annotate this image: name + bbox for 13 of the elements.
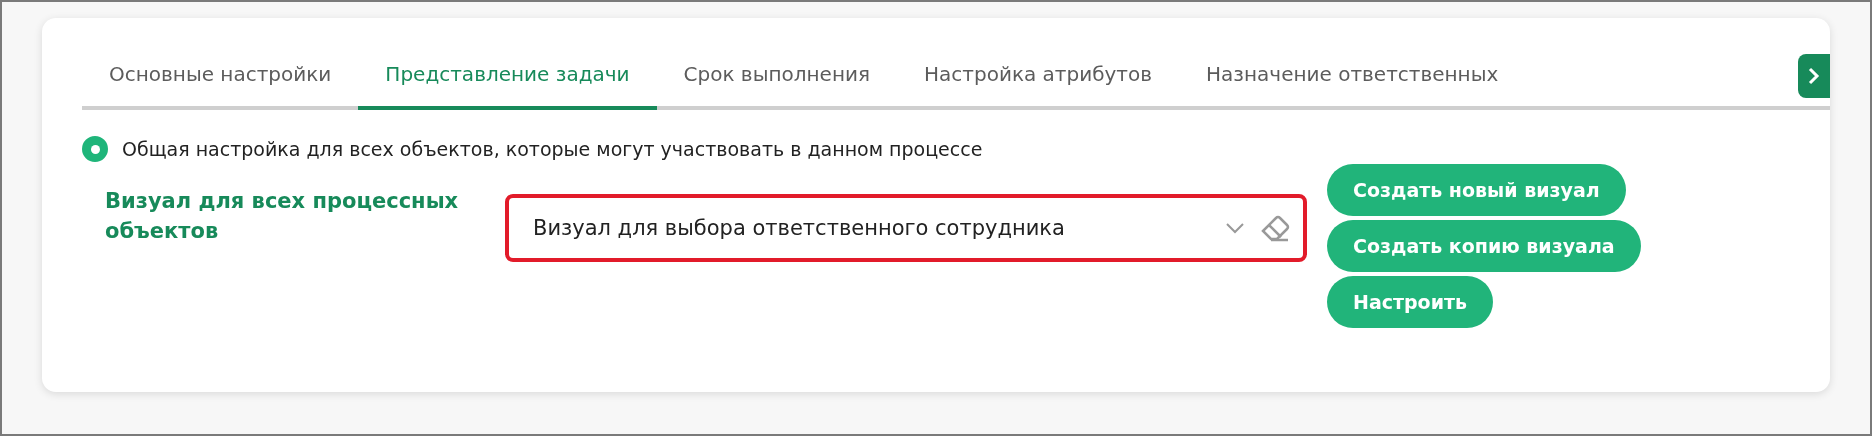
chevron-right-icon: [1807, 66, 1821, 86]
tab[interactable]: Основные настройки: [82, 42, 359, 110]
tab[interactable]: Представление задачи: [358, 42, 657, 110]
tab[interactable]: Срок выполнения: [656, 42, 898, 110]
tab[interactable]: Назначение ответственных: [1179, 42, 1526, 110]
scroll-right-button[interactable]: [1798, 54, 1830, 98]
chevron-down-icon: [1225, 222, 1245, 234]
visual-dropdown[interactable]: Визуал для выбора ответственного сотрудника: [505, 194, 1307, 262]
radio-button[interactable]: [82, 136, 108, 162]
field-label: Визуал для всех процессных объектов: [105, 188, 460, 245]
eraser-icon[interactable]: [1259, 213, 1291, 243]
tab[interactable]: Настройка атрибутов: [897, 42, 1180, 110]
radio-label: Общая настройка для всех объектов, которые могут участвовать в данном процессе: [122, 138, 983, 160]
